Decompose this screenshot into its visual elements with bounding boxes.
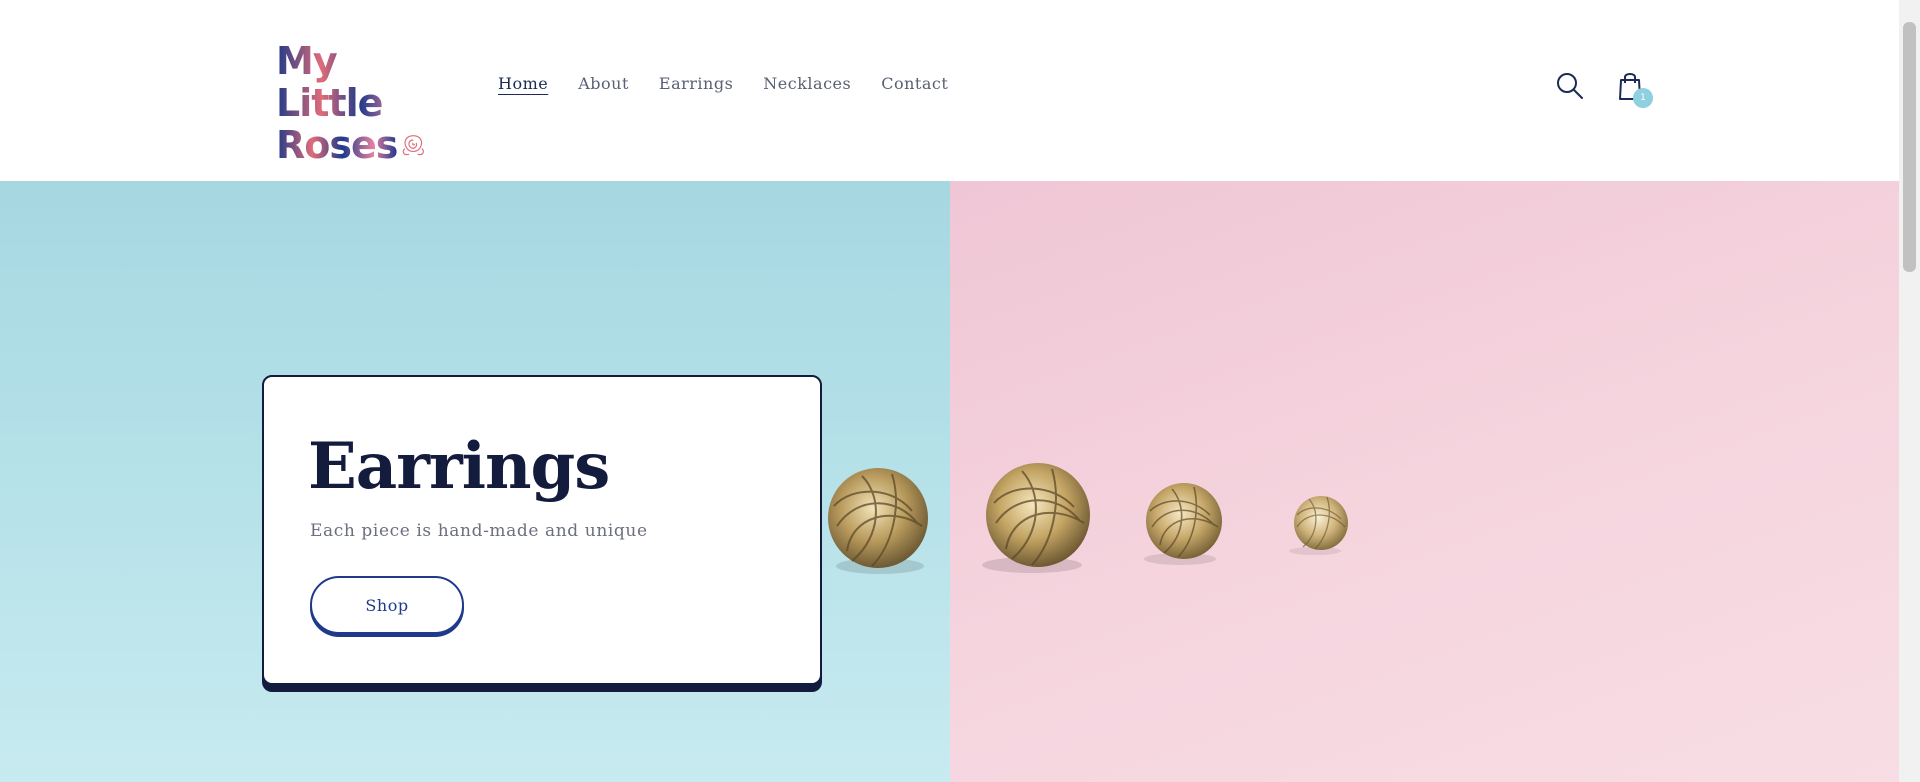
- logo-line-1: My Little: [276, 40, 428, 124]
- main-nav: Home About Earrings Necklaces Contact: [498, 74, 948, 93]
- rose-icon: [403, 135, 425, 156]
- search-button[interactable]: [1555, 70, 1585, 102]
- logo-line-2: Roses: [276, 123, 398, 167]
- cart-count-badge: 1: [1633, 88, 1653, 108]
- header-actions: 1: [1555, 70, 1653, 108]
- nav-item-earrings[interactable]: Earrings: [659, 74, 733, 93]
- nav-item-necklaces[interactable]: Necklaces: [763, 74, 851, 93]
- earring-image-2: [982, 463, 1090, 573]
- cart-button[interactable]: 1: [1615, 70, 1653, 108]
- earring-image-1: [828, 468, 928, 574]
- hero-banner: Earrings Each piece is hand-made and uni…: [0, 181, 1899, 782]
- site-logo[interactable]: My Little Roses: [276, 40, 428, 166]
- hero-content-card: Earrings Each piece is hand-made and uni…: [262, 375, 822, 685]
- logo-line-2-row: Roses: [276, 124, 428, 166]
- search-icon: [1557, 73, 1583, 99]
- earring-image-4: [1289, 496, 1348, 555]
- page-scrollbar[interactable]: [1899, 0, 1920, 782]
- hero-title: Earrings: [308, 429, 610, 504]
- shop-button[interactable]: Shop: [310, 576, 464, 634]
- page: My Little Roses Home About Earrings Neck…: [0, 0, 1920, 782]
- hero-subtitle: Each piece is hand-made and unique: [310, 521, 648, 541]
- earring-image-3: [1144, 483, 1222, 565]
- nav-item-contact[interactable]: Contact: [881, 74, 948, 93]
- scrollbar-thumb[interactable]: [1903, 22, 1916, 272]
- site-header: My Little Roses Home About Earrings Neck…: [0, 0, 1899, 181]
- nav-item-about[interactable]: About: [578, 74, 629, 93]
- nav-item-home[interactable]: Home: [498, 74, 548, 93]
